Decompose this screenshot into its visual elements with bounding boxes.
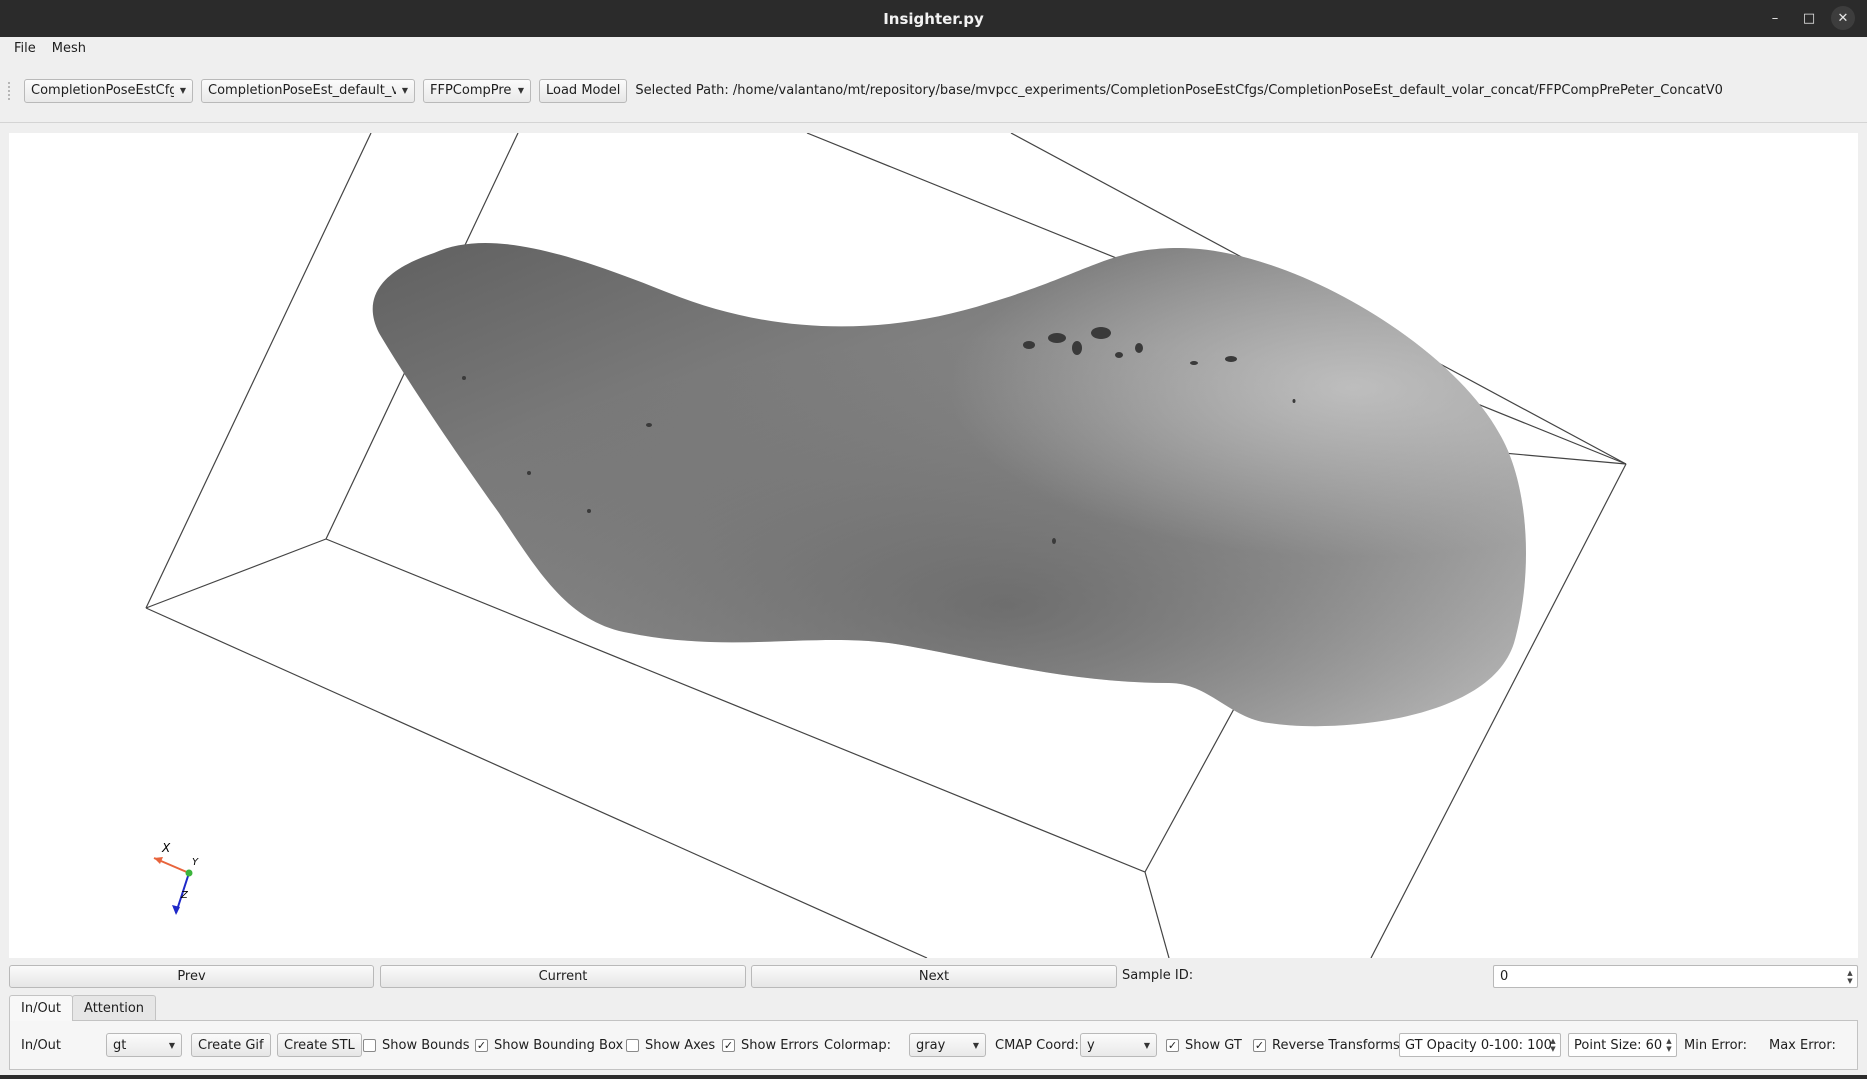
- scene-canvas[interactable]: X Y Z: [9, 133, 1858, 958]
- gt-opacity-value: GT Opacity 0-100: 100: [1405, 1037, 1552, 1053]
- mode-combo-wrap: gt ▼: [106, 1033, 182, 1057]
- orientation-axes-widget: X Y Z: [153, 841, 199, 915]
- sample-id-value: 0: [1500, 969, 1509, 984]
- axis-x-label: X: [161, 841, 171, 855]
- prev-button[interactable]: Prev: [9, 965, 374, 988]
- point-size-value: Point Size: 60: [1574, 1037, 1663, 1053]
- create-stl-button[interactable]: Create STL: [277, 1033, 362, 1057]
- show-axes-label: Show Axes: [645, 1037, 716, 1053]
- minimize-icon[interactable]: –: [1763, 6, 1787, 30]
- reverse-transforms-label: Reverse Transforms: [1272, 1037, 1400, 1053]
- close-icon[interactable]: ✕: [1831, 6, 1855, 30]
- colormap-combo[interactable]: gray ▼: [909, 1033, 986, 1057]
- window-bottom-border: [0, 1075, 1867, 1079]
- cmap-coord-label: CMAP Coord:: [995, 1037, 1079, 1053]
- spin-arrows-icon[interactable]: ▲ ▼: [1843, 966, 1857, 987]
- gt-opacity-wrap: GT Opacity 0-100: 100 ▲ ▼: [1399, 1033, 1561, 1057]
- menu-mesh[interactable]: Mesh: [44, 41, 94, 56]
- menu-bar: File Mesh: [0, 37, 1867, 59]
- create-stl-wrap: Create STL: [277, 1033, 362, 1057]
- experiment-combo[interactable]: CompletionPoseEst_default_volar_concat ▼: [201, 78, 415, 103]
- checkmark-icon: ✓: [722, 1038, 735, 1052]
- colormap-label: Colormap:: [824, 1037, 891, 1053]
- reverse-transforms-checkbox[interactable]: ✓ Reverse Transforms: [1253, 1033, 1400, 1057]
- menu-file[interactable]: File: [6, 41, 44, 56]
- title-bar: Insighter.py – □ ✕: [0, 0, 1867, 37]
- config-combo[interactable]: CompletionPoseEstCfgs ▼: [24, 78, 193, 103]
- window-title: Insighter.py: [883, 9, 984, 28]
- colormap-combo-value: gray: [916, 1037, 946, 1053]
- chevron-down-icon: ▼: [401, 86, 408, 95]
- show-bounds-checkbox[interactable]: Show Bounds: [363, 1033, 470, 1057]
- toolbar: CompletionPoseEstCfgs ▼ CompletionPoseEs…: [0, 59, 1867, 123]
- chevron-down-icon: ▼: [517, 86, 524, 95]
- show-axes-checkbox[interactable]: Show Axes: [626, 1033, 715, 1057]
- config-combo-value: CompletionPoseEstCfgs: [31, 83, 174, 98]
- point-size-spinbox[interactable]: Point Size: 60 ▲ ▼: [1568, 1033, 1677, 1057]
- sample-id-label: Sample ID:: [1122, 968, 1194, 983]
- maximize-icon[interactable]: □: [1797, 6, 1821, 30]
- tab-bar: In/Out Attention: [9, 995, 157, 1021]
- chevron-down-icon: ▼: [972, 1040, 979, 1050]
- chevron-down-icon: ▼: [168, 1040, 175, 1050]
- toolbar-grip-handle[interactable]: [8, 81, 14, 100]
- show-bounding-box-label: Show Bounding Box: [494, 1037, 624, 1053]
- chevron-down-icon: ▼: [179, 86, 186, 95]
- window-controls: – □ ✕: [1763, 6, 1855, 30]
- spin-arrows-icon[interactable]: ▲ ▼: [1546, 1034, 1560, 1056]
- experiment-combo-value: CompletionPoseEst_default_volar_concat: [208, 83, 396, 98]
- sample-id-input[interactable]: 0 ▲ ▼: [1493, 965, 1858, 988]
- show-bounding-box-checkbox[interactable]: ✓ Show Bounding Box: [475, 1033, 623, 1057]
- cmap-coord-combo[interactable]: y ▼: [1080, 1033, 1157, 1057]
- checkmark-icon: ✓: [1166, 1038, 1179, 1052]
- point-size-wrap: Point Size: 60 ▲ ▼: [1568, 1033, 1677, 1057]
- checkbox-icon: [363, 1038, 376, 1052]
- point-cloud-mesh: [372, 242, 1526, 727]
- create-gif-wrap: Create Gif: [191, 1033, 271, 1057]
- model-combo[interactable]: FFPCompPreP ▼: [423, 78, 531, 103]
- tab-in-out[interactable]: In/Out: [9, 995, 74, 1021]
- mode-combo-value: gt: [113, 1037, 127, 1053]
- show-bounds-label: Show Bounds: [382, 1037, 470, 1053]
- show-errors-label: Show Errors: [741, 1037, 819, 1053]
- axis-z-label: Z: [180, 890, 189, 901]
- panel-label: In/Out: [21, 1037, 62, 1053]
- next-button[interactable]: Next: [751, 965, 1117, 988]
- chevron-down-icon: ▼: [1143, 1040, 1150, 1050]
- min-error-label: Min Error:: [1684, 1037, 1748, 1053]
- axis-y-label: Y: [192, 857, 199, 868]
- show-gt-label: Show GT: [1185, 1037, 1242, 1053]
- in-out-panel: In/Out gt ▼ Create Gif Create STL Show B…: [9, 1020, 1858, 1070]
- checkmark-icon: ✓: [475, 1038, 488, 1052]
- model-combo-value: FFPCompPreP: [430, 83, 512, 98]
- load-model-button[interactable]: Load Model: [539, 78, 628, 103]
- checkmark-icon: ✓: [1253, 1038, 1266, 1052]
- spin-arrows-icon[interactable]: ▲ ▼: [1662, 1034, 1676, 1056]
- cmap-coord-combo-wrap: y ▼: [1080, 1033, 1157, 1057]
- colormap-combo-wrap: gray ▼: [909, 1033, 986, 1057]
- show-gt-checkbox[interactable]: ✓ Show GT: [1166, 1033, 1242, 1057]
- create-gif-button[interactable]: Create Gif: [191, 1033, 271, 1057]
- current-button[interactable]: Current: [380, 965, 746, 988]
- render-viewport[interactable]: X Y Z: [9, 133, 1858, 958]
- sample-navigation: Prev Current Next Sample ID: 0 ▲ ▼: [9, 965, 1858, 989]
- gt-opacity-spinbox[interactable]: GT Opacity 0-100: 100 ▲ ▼: [1399, 1033, 1561, 1057]
- tab-attention[interactable]: Attention: [72, 995, 157, 1020]
- max-error-label: Max Error:: [1769, 1037, 1836, 1053]
- cmap-coord-combo-value: y: [1087, 1037, 1095, 1053]
- show-errors-checkbox[interactable]: ✓ Show Errors: [722, 1033, 819, 1057]
- mode-combo[interactable]: gt ▼: [106, 1033, 182, 1057]
- checkbox-icon: [626, 1038, 639, 1052]
- selected-path-label: Selected Path: /home/valantano/mt/reposi…: [635, 83, 1723, 98]
